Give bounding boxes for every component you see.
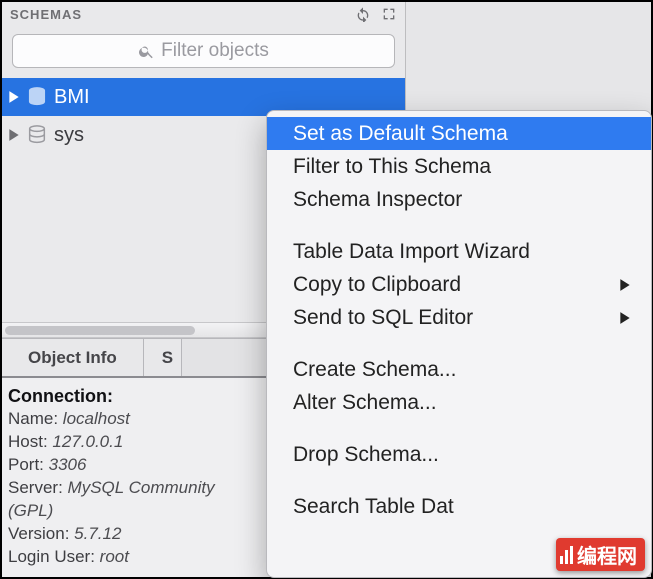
schemas-header: SCHEMAS [2,2,405,28]
scrollbar-thumb[interactable] [5,326,195,335]
database-icon [26,124,48,146]
menu-search-table-data[interactable]: Search Table Dat [267,490,651,523]
refresh-icon[interactable] [355,6,371,22]
menu-schema-inspector[interactable]: Schema Inspector [267,183,651,216]
disclosure-triangle-icon [8,90,20,104]
search-row: Filter objects [2,28,405,78]
menu-copy-clipboard-label: Copy to Clipboard [293,273,461,297]
menu-copy-clipboard[interactable]: Copy to Clipboard [267,268,651,301]
database-icon [26,86,48,108]
menu-create-schema[interactable]: Create Schema... [267,353,651,386]
schema-label: sys [54,124,84,147]
search-icon [138,43,155,60]
menu-sql-editor-label: Send to SQL Editor [293,306,473,330]
schemas-title: SCHEMAS [10,7,82,22]
watermark-badge: 编程网 [556,538,645,571]
tab-second[interactable]: S [144,339,182,376]
chevron-right-icon [619,278,631,292]
menu-alter-schema[interactable]: Alter Schema... [267,386,651,419]
header-icons [355,6,397,22]
menu-set-default-schema[interactable]: Set as Default Schema [267,117,651,150]
tab-object-info[interactable]: Object Info [2,339,144,376]
menu-drop-schema[interactable]: Drop Schema... [267,438,651,471]
disclosure-triangle-icon [8,128,20,142]
watermark-bars-icon [560,546,573,564]
menu-sql-editor[interactable]: Send to SQL Editor [267,301,651,334]
chevron-right-icon [619,311,631,325]
menu-import-wizard[interactable]: Table Data Import Wizard [267,235,651,268]
expand-icon[interactable] [381,6,397,22]
search-placeholder: Filter objects [161,40,269,62]
search-input[interactable]: Filter objects [12,34,395,68]
context-menu: Set as Default Schema Filter to This Sch… [266,110,652,578]
watermark-text: 编程网 [577,540,637,569]
menu-filter-schema[interactable]: Filter to This Schema [267,150,651,183]
schema-label: BMI [54,86,90,109]
